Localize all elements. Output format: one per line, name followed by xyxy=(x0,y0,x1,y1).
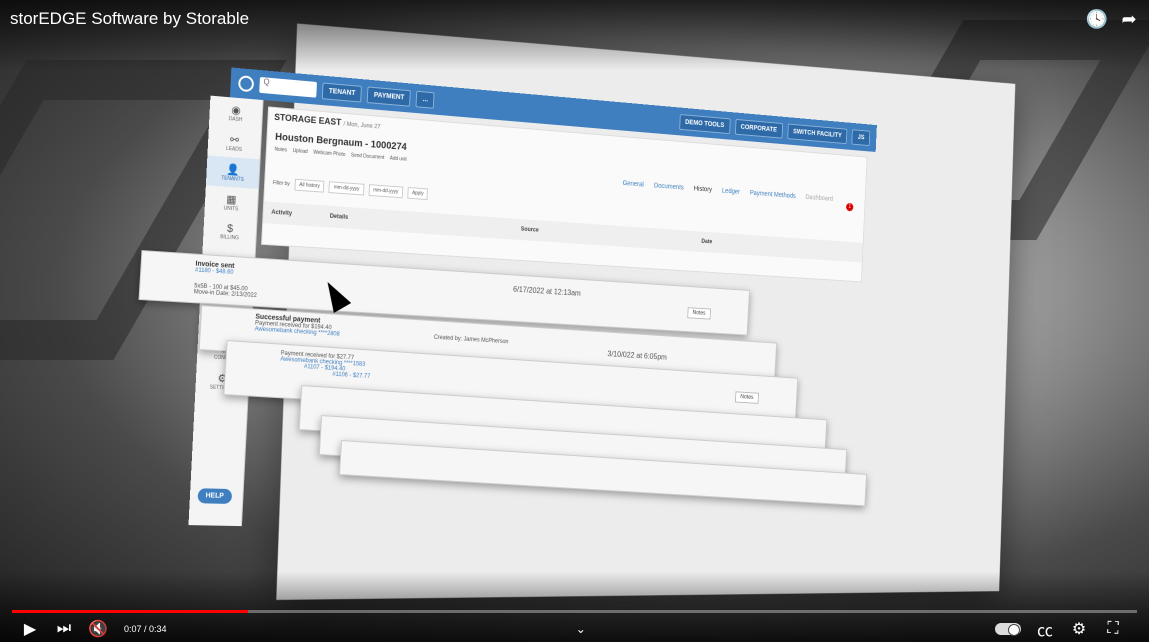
tab-dashboard[interactable]: Dashboard xyxy=(805,194,833,202)
history-table-header: Activity Details Source Date xyxy=(263,201,863,263)
notes-button[interactable]: Notes xyxy=(687,307,711,320)
leads-icon: ⚯ xyxy=(229,133,240,147)
payment-button[interactable]: PAYMENT xyxy=(367,86,412,107)
add-unit-action[interactable]: Add unit xyxy=(390,156,407,163)
column-source: Source xyxy=(520,226,539,234)
top-icons: 🕓 ➦ xyxy=(1086,9,1139,29)
tenant-button[interactable]: TENANT xyxy=(321,82,363,103)
apply-button[interactable]: Apply xyxy=(407,187,429,201)
demo-tools-button[interactable]: DEMO TOOLS xyxy=(678,113,731,134)
time-display: 0:07 / 0:34 xyxy=(124,624,167,634)
switch-facility-button[interactable]: SWITCH FACILITY xyxy=(787,123,848,144)
exit-fullscreen-icon[interactable]: ⛶ xyxy=(1099,620,1127,638)
share-icon[interactable]: ➦ xyxy=(1119,9,1139,29)
notes-action[interactable]: Notes xyxy=(274,147,287,154)
units-icon: ▦ xyxy=(226,193,237,206)
tab-ledger[interactable]: Ledger xyxy=(722,188,740,196)
play-icon[interactable]: ▶ xyxy=(16,619,44,639)
sidebar-item-tenants[interactable]: 👤 TENANTS xyxy=(205,155,260,189)
column-details: Details xyxy=(329,213,349,221)
column-activity: Activity xyxy=(271,209,293,218)
progress-bar[interactable] xyxy=(12,610,1137,613)
filter-label: Filter by xyxy=(272,180,290,188)
sidebar-item-label: TENANTS xyxy=(221,174,244,183)
start-date-input[interactable]: mm-dd-yyyy xyxy=(328,181,365,196)
video-player[interactable]: Q TENANT PAYMENT ... DEMO TOOLS CORPORAT… xyxy=(0,0,1149,642)
tenants-icon: 👤 xyxy=(226,163,240,177)
video-title[interactable]: storEDGE Software by Storable xyxy=(10,9,249,29)
facility-date: / Mon, June 27 xyxy=(343,121,381,131)
end-date-input[interactable]: mm-dd-yyyy xyxy=(368,184,404,199)
sidebar-item-billing[interactable]: $ BILLING xyxy=(203,215,257,248)
autoplay-toggle[interactable] xyxy=(995,623,1021,636)
sidebar-item-units[interactable]: ▦ UNITS xyxy=(204,185,258,218)
mute-icon[interactable]: 🔇 xyxy=(84,619,112,639)
sidebar-item-leads[interactable]: ⚯ LEADS xyxy=(207,125,261,159)
help-button[interactable]: HELP xyxy=(197,488,232,504)
facility-label: STORAGE EAST xyxy=(274,111,342,128)
history-filter: Filter by All history mm-dd-yyyy mm-dd-y… xyxy=(272,177,429,201)
more-button[interactable]: ... xyxy=(415,90,435,109)
tab-history[interactable]: History xyxy=(694,186,712,194)
app-logo-icon xyxy=(237,75,255,93)
corporate-button[interactable]: CORPORATE xyxy=(734,118,783,139)
user-menu-button[interactable]: JS xyxy=(851,128,871,146)
clock-icon[interactable]: 🕓 xyxy=(1086,9,1108,29)
search-input[interactable]: Q xyxy=(259,76,318,98)
sidebar-item-dash[interactable]: ◉ DASH xyxy=(209,96,263,130)
progress-played xyxy=(12,610,249,613)
chevron-down-icon[interactable]: ⌄ xyxy=(167,622,995,636)
webcam-photo-action[interactable]: Webcam Photo xyxy=(313,150,345,158)
notification-badge: 1 xyxy=(845,202,854,212)
sidebar-item-label: LEADS xyxy=(225,145,243,153)
sidebar-item-label: BILLING xyxy=(220,234,239,242)
captions-icon[interactable]: ㏄ xyxy=(1031,617,1059,641)
filter-select[interactable]: All history xyxy=(294,178,325,193)
next-icon[interactable]: ⏭ xyxy=(50,620,78,638)
sidebar-item-label: DASH xyxy=(228,115,243,123)
tab-general[interactable]: General xyxy=(622,180,644,188)
tab-documents[interactable]: Documents xyxy=(654,183,684,192)
column-date: Date xyxy=(701,238,713,246)
send-document-action[interactable]: Send Document xyxy=(351,153,385,161)
player-controls: ▶ ⏭ 🔇 0:07 / 0:34 ⌄ ㏄ ⚙ ⛶ xyxy=(0,618,1149,640)
notes-button[interactable]: Notes xyxy=(734,391,759,404)
dash-icon: ◉ xyxy=(231,103,241,117)
gear-icon[interactable]: ⚙ xyxy=(1065,619,1093,639)
billing-icon: $ xyxy=(226,222,234,235)
sidebar-item-label: UNITS xyxy=(223,204,239,212)
upload-action[interactable]: Upload xyxy=(293,148,308,155)
